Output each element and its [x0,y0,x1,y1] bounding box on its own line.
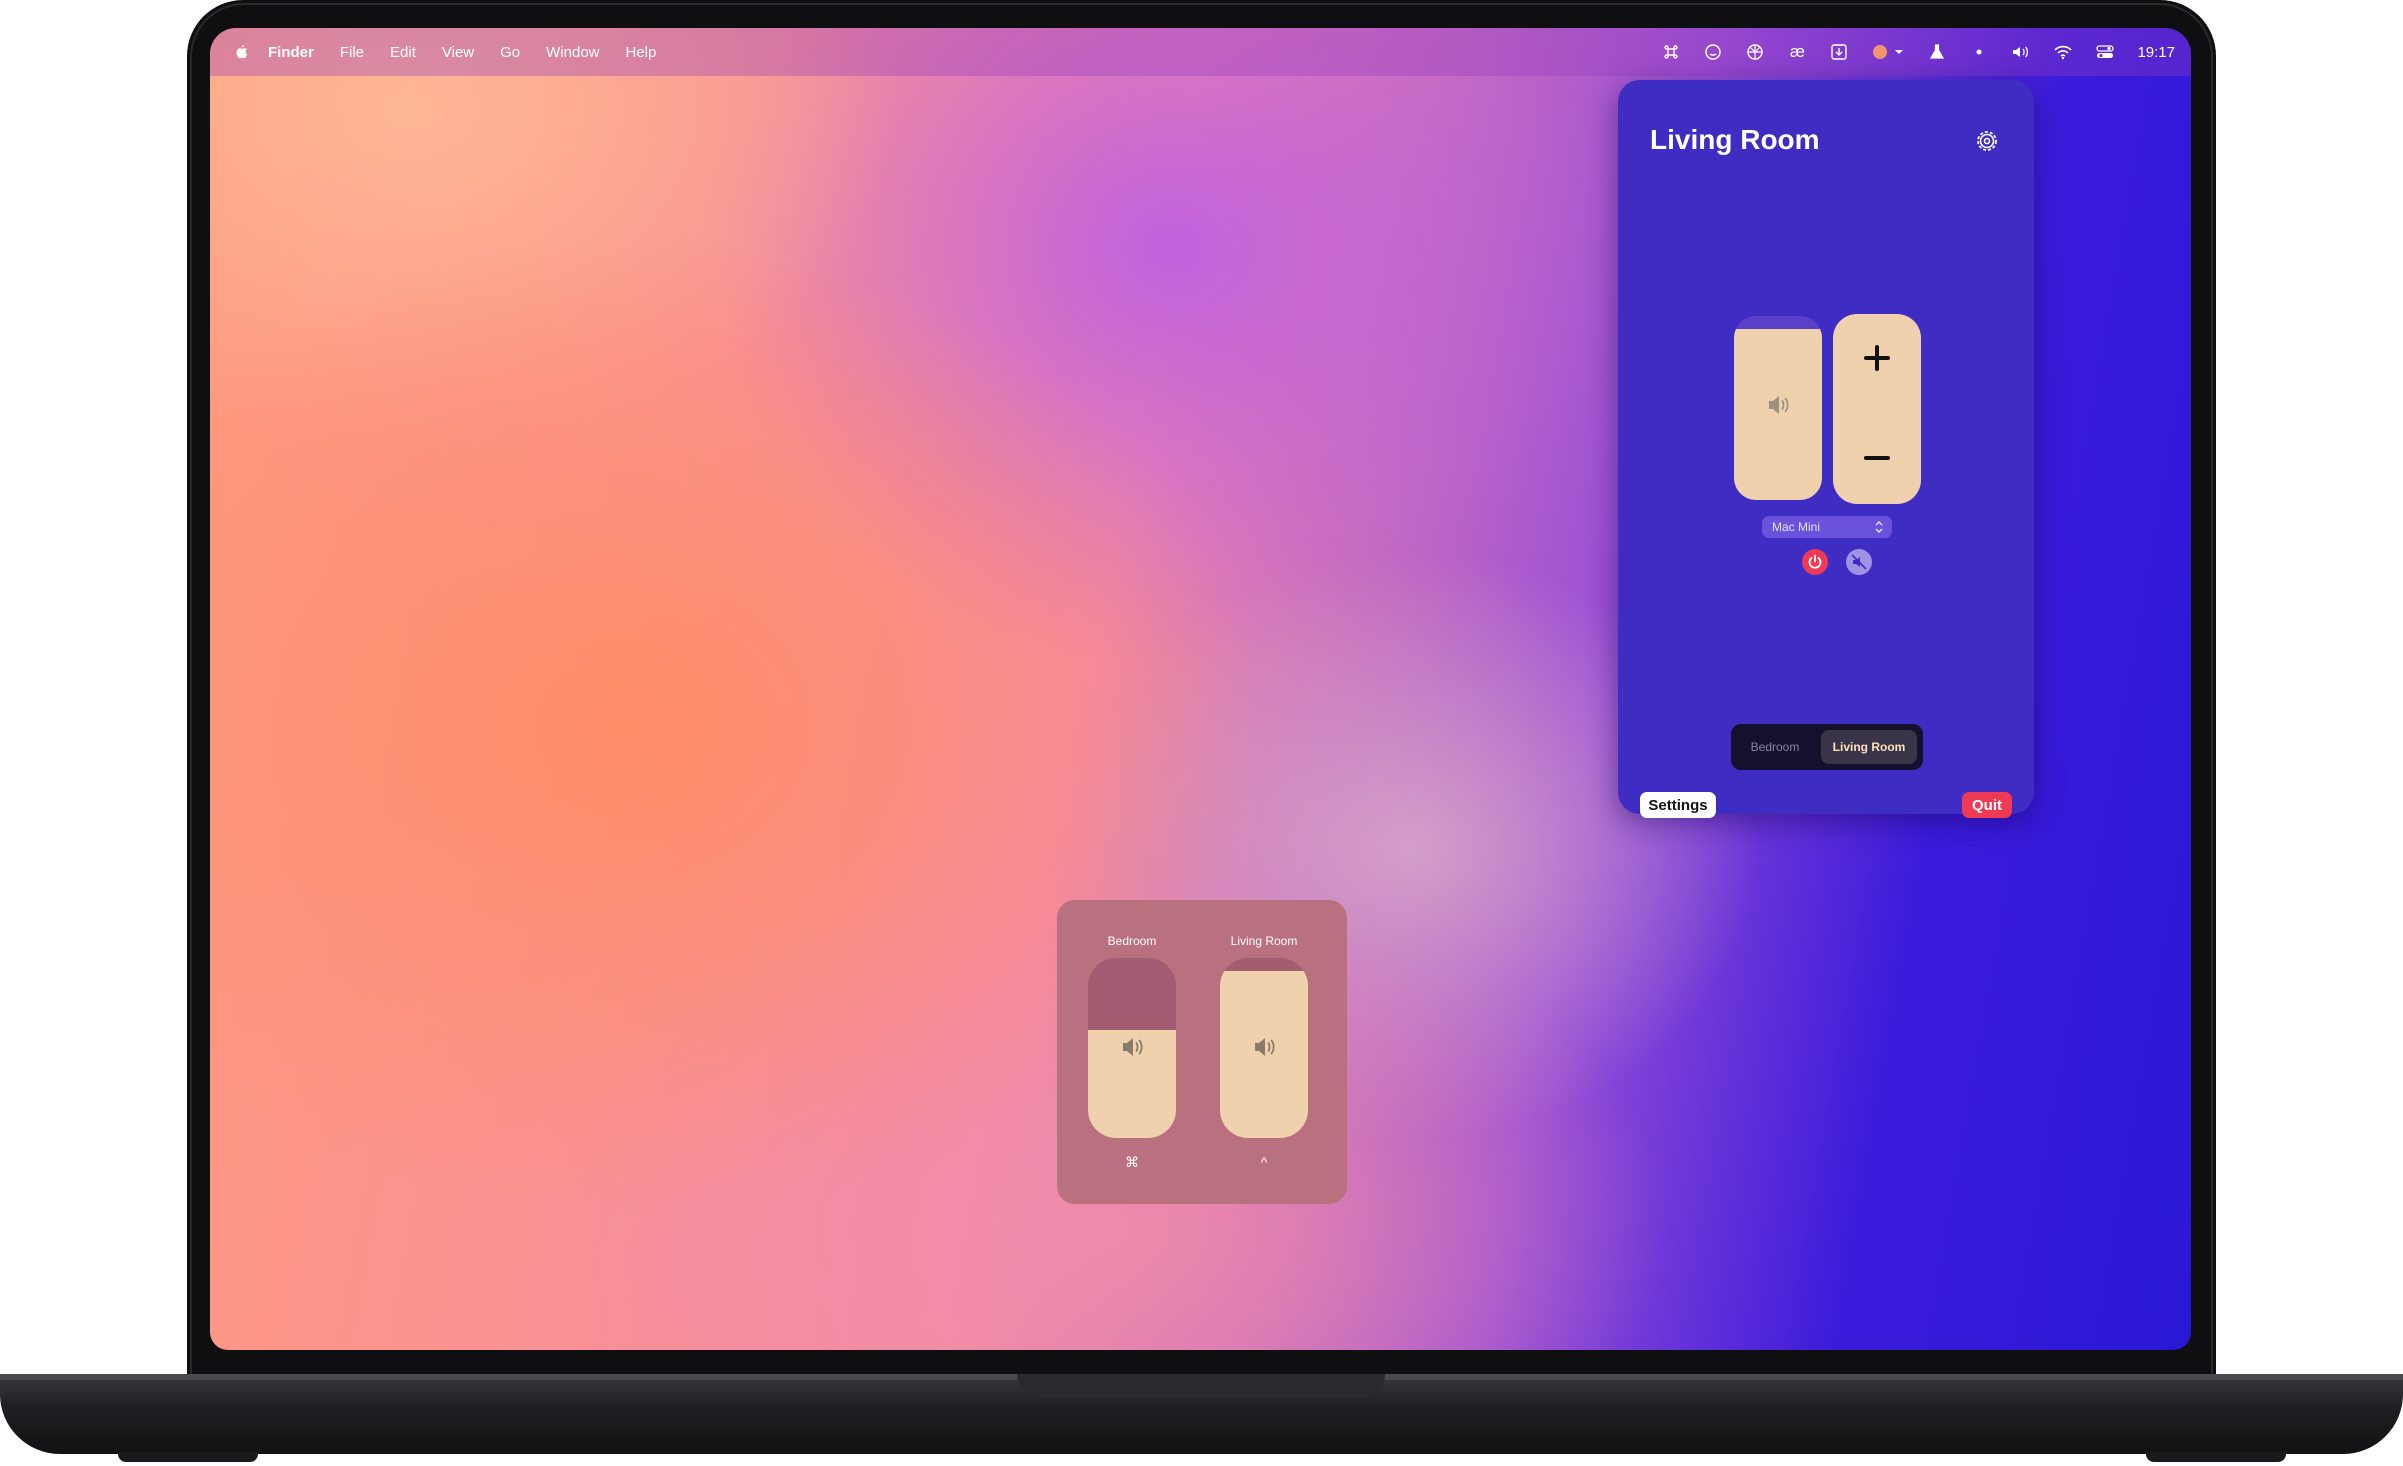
speaker-control-panel: Living Room Mac Mini Bedroom Living Room… [1618,80,2034,818]
hud-shortcut-key: ⌘ [1125,1154,1139,1170]
hud-speaker-bedroom: Bedroom ⌘ [1087,900,1177,1204]
hud-shortcut-key: ^ [1260,1154,1268,1170]
menu-edit[interactable]: Edit [390,44,416,61]
room-segmented-control: Bedroom Living Room [1731,724,1923,770]
control-center-icon[interactable] [2095,42,2115,62]
device-select[interactable]: Mac Mini [1762,516,1892,538]
speaker-icon[interactable] [2011,42,2031,62]
menu-window[interactable]: Window [546,44,599,61]
hud-label: Living Room [1230,934,1298,948]
menu-go[interactable]: Go [500,44,520,61]
settings-button[interactable]: Settings [1640,792,1716,818]
hud-volume-slider[interactable] [1220,958,1308,1138]
page-title: Living Room [1650,124,1820,155]
laptop-foot-left [118,1452,258,1462]
avatar-icon[interactable] [1871,42,1905,62]
chevron-up-down-icon [1874,519,1884,535]
menu-file[interactable]: File [340,44,364,61]
tab-living-room[interactable]: Living Room [1821,730,1917,764]
hud-volume-slider[interactable] [1088,958,1176,1138]
tab-bedroom[interactable]: Bedroom [1737,730,1813,764]
speaker-volume-icon [1764,390,1794,420]
menu-clock[interactable]: 19:17 [2137,44,2175,61]
apple-icon[interactable] [232,43,250,61]
menu-help[interactable]: Help [626,44,657,61]
smiley-icon[interactable] [1703,42,1723,62]
volume-down-button[interactable] [1861,442,1893,474]
volume-slider[interactable] [1734,316,1822,500]
speaker-muted-icon [1851,554,1867,570]
gear-icon[interactable] [1974,128,2000,154]
speaker-volume-icon [1118,1032,1148,1062]
quit-button[interactable]: Quit [1962,792,2012,818]
flask-icon[interactable] [1927,42,1947,62]
mute-button[interactable] [1846,549,1872,575]
dot-icon[interactable] [1969,42,1989,62]
command-icon[interactable] [1661,42,1681,62]
download-box-icon[interactable] [1829,42,1849,62]
volume-hud: Bedroom ⌘ Living Room ^ [1057,900,1347,1204]
wifi-icon[interactable] [2053,42,2073,62]
hud-label: Bedroom [1107,934,1157,948]
hud-speaker-living-room: Living Room ^ [1219,900,1309,1204]
device-select-value: Mac Mini [1772,520,1821,534]
power-button[interactable] [1802,549,1828,575]
volume-stepper [1833,314,1921,504]
volume-up-button[interactable] [1861,342,1893,374]
aperture-icon[interactable] [1745,42,1765,62]
ae-ligature-icon[interactable]: æ [1787,42,1807,62]
speaker-volume-icon [1250,1032,1280,1062]
menu-view[interactable]: View [442,44,474,61]
ae-glyph: æ [1789,42,1806,61]
laptop-lid-notch [1017,1374,1385,1398]
power-icon [1808,554,1822,569]
menu-bar: Finder File Edit View Go Window Help æ 1… [210,28,2191,76]
desktop-screen: Finder File Edit View Go Window Help æ 1… [210,28,2191,1350]
menu-app-name[interactable]: Finder [268,44,314,61]
laptop-foot-right [2146,1452,2286,1462]
